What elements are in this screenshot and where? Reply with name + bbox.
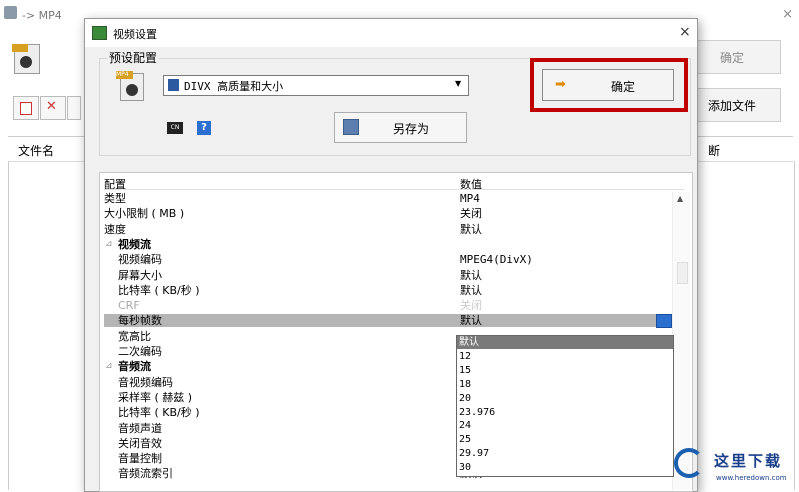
dialog-app-icon [92, 26, 107, 40]
setting-value[interactable]: 默认 [460, 314, 482, 327]
setting-name: 采样率 ( 赫兹 ) [118, 390, 193, 404]
setting-name: 二次编码 [118, 345, 162, 358]
expand-arrow-icon[interactable]: ⊿ [105, 360, 113, 373]
watermark-title: 这里下载 [714, 452, 783, 470]
dropdown-option[interactable]: 15 [457, 364, 673, 377]
setting-row[interactable]: ⊿ 视频流 [104, 238, 674, 251]
main-ok-label: 确定 [720, 51, 745, 65]
setting-name: 音频流索引 [118, 467, 173, 481]
save-as-button[interactable]: 另存为 [334, 112, 467, 143]
dialog-title: 视频设置 [113, 28, 157, 41]
setting-row[interactable]: 比特率 ( KB/秒 ) 默认 [104, 284, 674, 297]
setting-row[interactable]: 类型 MP4 [104, 192, 674, 205]
film-icon [168, 79, 179, 91]
mp4-file-icon [12, 44, 42, 74]
setting-value[interactable]: MPEG4(DivX) [460, 253, 533, 266]
setting-row[interactable]: 大小限制 ( MB ) 关闭 [104, 207, 674, 220]
console-icon[interactable]: CN [167, 122, 183, 134]
dropdown-option[interactable]: 29.97 [457, 447, 673, 460]
preset-select[interactable]: DIVX 高质量和大小 ▼ [163, 75, 469, 96]
dropdown-option[interactable]: 12 [457, 350, 673, 363]
column-filename[interactable]: 文件名 [18, 142, 54, 159]
watermark-url: www.heredown.com [716, 474, 787, 482]
setting-name: 音频声道 [118, 421, 162, 435]
dropdown-option[interactable]: 18 [457, 378, 673, 391]
setting-value[interactable]: 关闭 [460, 207, 482, 220]
ok-button-label: 确定 [611, 80, 636, 94]
setting-value[interactable]: 默认 [460, 223, 482, 236]
help-icon[interactable]: ? [197, 121, 211, 135]
setting-name: 比特率 ( KB/秒 ) [118, 283, 200, 297]
preset-mp4-icon: MP4 [116, 71, 144, 101]
dropdown-option[interactable]: 23.976 [457, 406, 673, 419]
settings-grid: 配置 数值 类型 MP4 大小限制 ( MB ) 关闭 速度 默认 ⊿ 视频流 视频编码 MPEG… [99, 172, 693, 492]
setting-row[interactable]: 屏幕大小 默认 [104, 269, 674, 282]
scrollbar-thumb[interactable] [677, 262, 688, 284]
setting-name: 宽高比 [118, 329, 151, 343]
setting-name: 类型 [104, 192, 126, 205]
mp4-badge: MP4 [116, 71, 133, 79]
expand-arrow-icon[interactable]: ⊿ [105, 238, 113, 251]
setting-row[interactable]: 速度 默认 [104, 223, 674, 236]
dropdown-option[interactable]: 默认 [457, 336, 673, 349]
dropdown-option[interactable]: 20 [457, 392, 673, 405]
site-watermark: 这里下载 www.heredown.com [672, 444, 797, 488]
setting-name: 每秒帧数 [118, 314, 162, 328]
video-settings-dialog: 视频设置 × 预设配置 MP4 DIVX 高质量和大小 ▼ ➡ 确定 CN ? … [84, 18, 698, 492]
dropdown-option[interactable]: 25 [457, 433, 673, 446]
add-item-button[interactable] [13, 96, 39, 120]
setting-value[interactable]: 默认 [460, 269, 482, 282]
setting-value[interactable]: 关闭 [460, 299, 482, 312]
dropdown-option[interactable]: 30 [457, 461, 673, 474]
main-close-button[interactable]: × [782, 7, 793, 22]
setting-name: 比特率 ( KB/秒 ) [118, 406, 200, 420]
app-icon [4, 6, 17, 19]
setting-name: 音视频编码 [118, 375, 173, 389]
setting-row[interactable]: 视频编码 MPEG4(DivX) [104, 253, 674, 266]
setting-name: 大小限制 ( MB ) [104, 207, 185, 221]
scroll-up-icon[interactable]: ▲ [677, 194, 683, 203]
main-ok-button[interactable]: 确定 [697, 40, 781, 74]
chevron-down-icon: ▼ [455, 79, 462, 88]
main-window-title: -> MP4 [22, 9, 62, 22]
arrow-right-icon: ➡ [555, 77, 566, 92]
setting-name: 屏幕大小 [118, 268, 162, 282]
setting-name: 音量控制 [118, 452, 162, 466]
setting-row[interactable]: CRF 关闭 [104, 299, 674, 312]
column-right[interactable]: 断 [708, 142, 720, 159]
setting-row[interactable]: 每秒帧数 默认 [104, 314, 674, 329]
watermark-logo-icon [674, 448, 704, 478]
dropdown-option[interactable]: 24 [457, 419, 673, 432]
dialog-title-bar: 视频设置 × [85, 19, 697, 47]
setting-name: CRF [118, 299, 140, 313]
toolbar-button[interactable] [67, 96, 81, 120]
setting-name: 视频编码 [118, 253, 162, 267]
dropdown-toggle-icon[interactable] [656, 314, 672, 329]
framerate-dropdown-list: 默认 12 15 18 20 23.976 24 25 29.97 30 [456, 335, 674, 477]
preset-select-value: DIVX 高质量和大小 [184, 80, 284, 93]
ok-button[interactable]: ➡ 确定 [542, 69, 674, 101]
setting-name: 关闭音效 [118, 436, 162, 450]
setting-name: 速度 [104, 222, 126, 236]
dialog-close-button[interactable]: × [679, 24, 691, 40]
add-file-button[interactable]: 添加文件 [697, 88, 781, 122]
setting-value[interactable]: MP4 [460, 192, 480, 205]
setting-value[interactable]: 默认 [460, 284, 482, 297]
floppy-disk-icon [343, 119, 359, 135]
setting-name: 视频流 [118, 237, 151, 251]
delete-item-button[interactable]: ✕ [40, 96, 66, 120]
add-file-label: 添加文件 [708, 99, 757, 113]
save-as-label: 另存为 [393, 122, 430, 136]
header-divider [104, 189, 684, 190]
preset-group-label: 预设配置 [107, 49, 160, 66]
setting-name: 音频流 [118, 360, 151, 374]
